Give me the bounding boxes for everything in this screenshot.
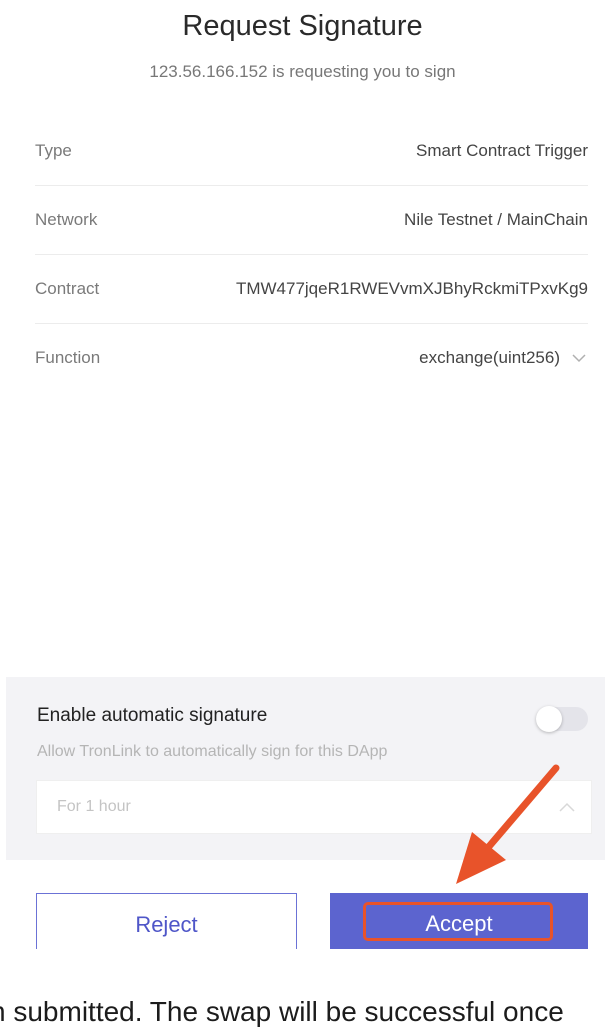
auto-signature-title: Enable automatic signature xyxy=(37,705,268,726)
function-value: exchange(uint256) xyxy=(419,348,560,367)
detail-row-contract: Contract TMW477jqeR1RWEVvmXJBhyRckmiTPxv… xyxy=(35,255,588,324)
detail-row-network: Network Nile Testnet / MainChain xyxy=(35,186,588,255)
auto-signature-toggle[interactable] xyxy=(536,706,588,732)
accept-highlight-box xyxy=(363,902,553,941)
function-label: Function xyxy=(35,348,101,367)
detail-row-type: Type Smart Contract Trigger xyxy=(35,117,588,186)
annotation-arrow-icon xyxy=(456,764,560,884)
chevron-down-icon[interactable] xyxy=(570,349,588,367)
type-label: Type xyxy=(35,141,72,160)
page-title: Request Signature xyxy=(182,10,423,42)
request-origin: 123.56.166.152 is requesting you to sign xyxy=(149,62,456,81)
caption-text: n submitted. The swap will be successful… xyxy=(0,996,564,1027)
toggle-knob xyxy=(536,706,562,732)
details-list: Type Smart Contract Trigger Network Nile… xyxy=(35,117,588,392)
contract-value: TMW477jqeR1RWEVvmXJBhyRckmiTPxvKg9 xyxy=(235,279,588,298)
detail-row-function[interactable]: Function exchange(uint256) xyxy=(35,324,588,392)
type-value: Smart Contract Trigger xyxy=(416,141,588,160)
duration-value: For 1 hour xyxy=(57,798,131,815)
reject-button[interactable]: Reject xyxy=(36,893,297,949)
function-value-dropdown[interactable]: exchange(uint256) xyxy=(419,348,588,368)
accept-button[interactable]: Accept xyxy=(330,893,588,949)
auto-signature-description: Allow TronLink to automatically sign for… xyxy=(37,743,388,760)
network-value: Nile Testnet / MainChain xyxy=(404,210,588,229)
contract-label: Contract xyxy=(35,279,100,298)
network-label: Network xyxy=(35,210,98,229)
